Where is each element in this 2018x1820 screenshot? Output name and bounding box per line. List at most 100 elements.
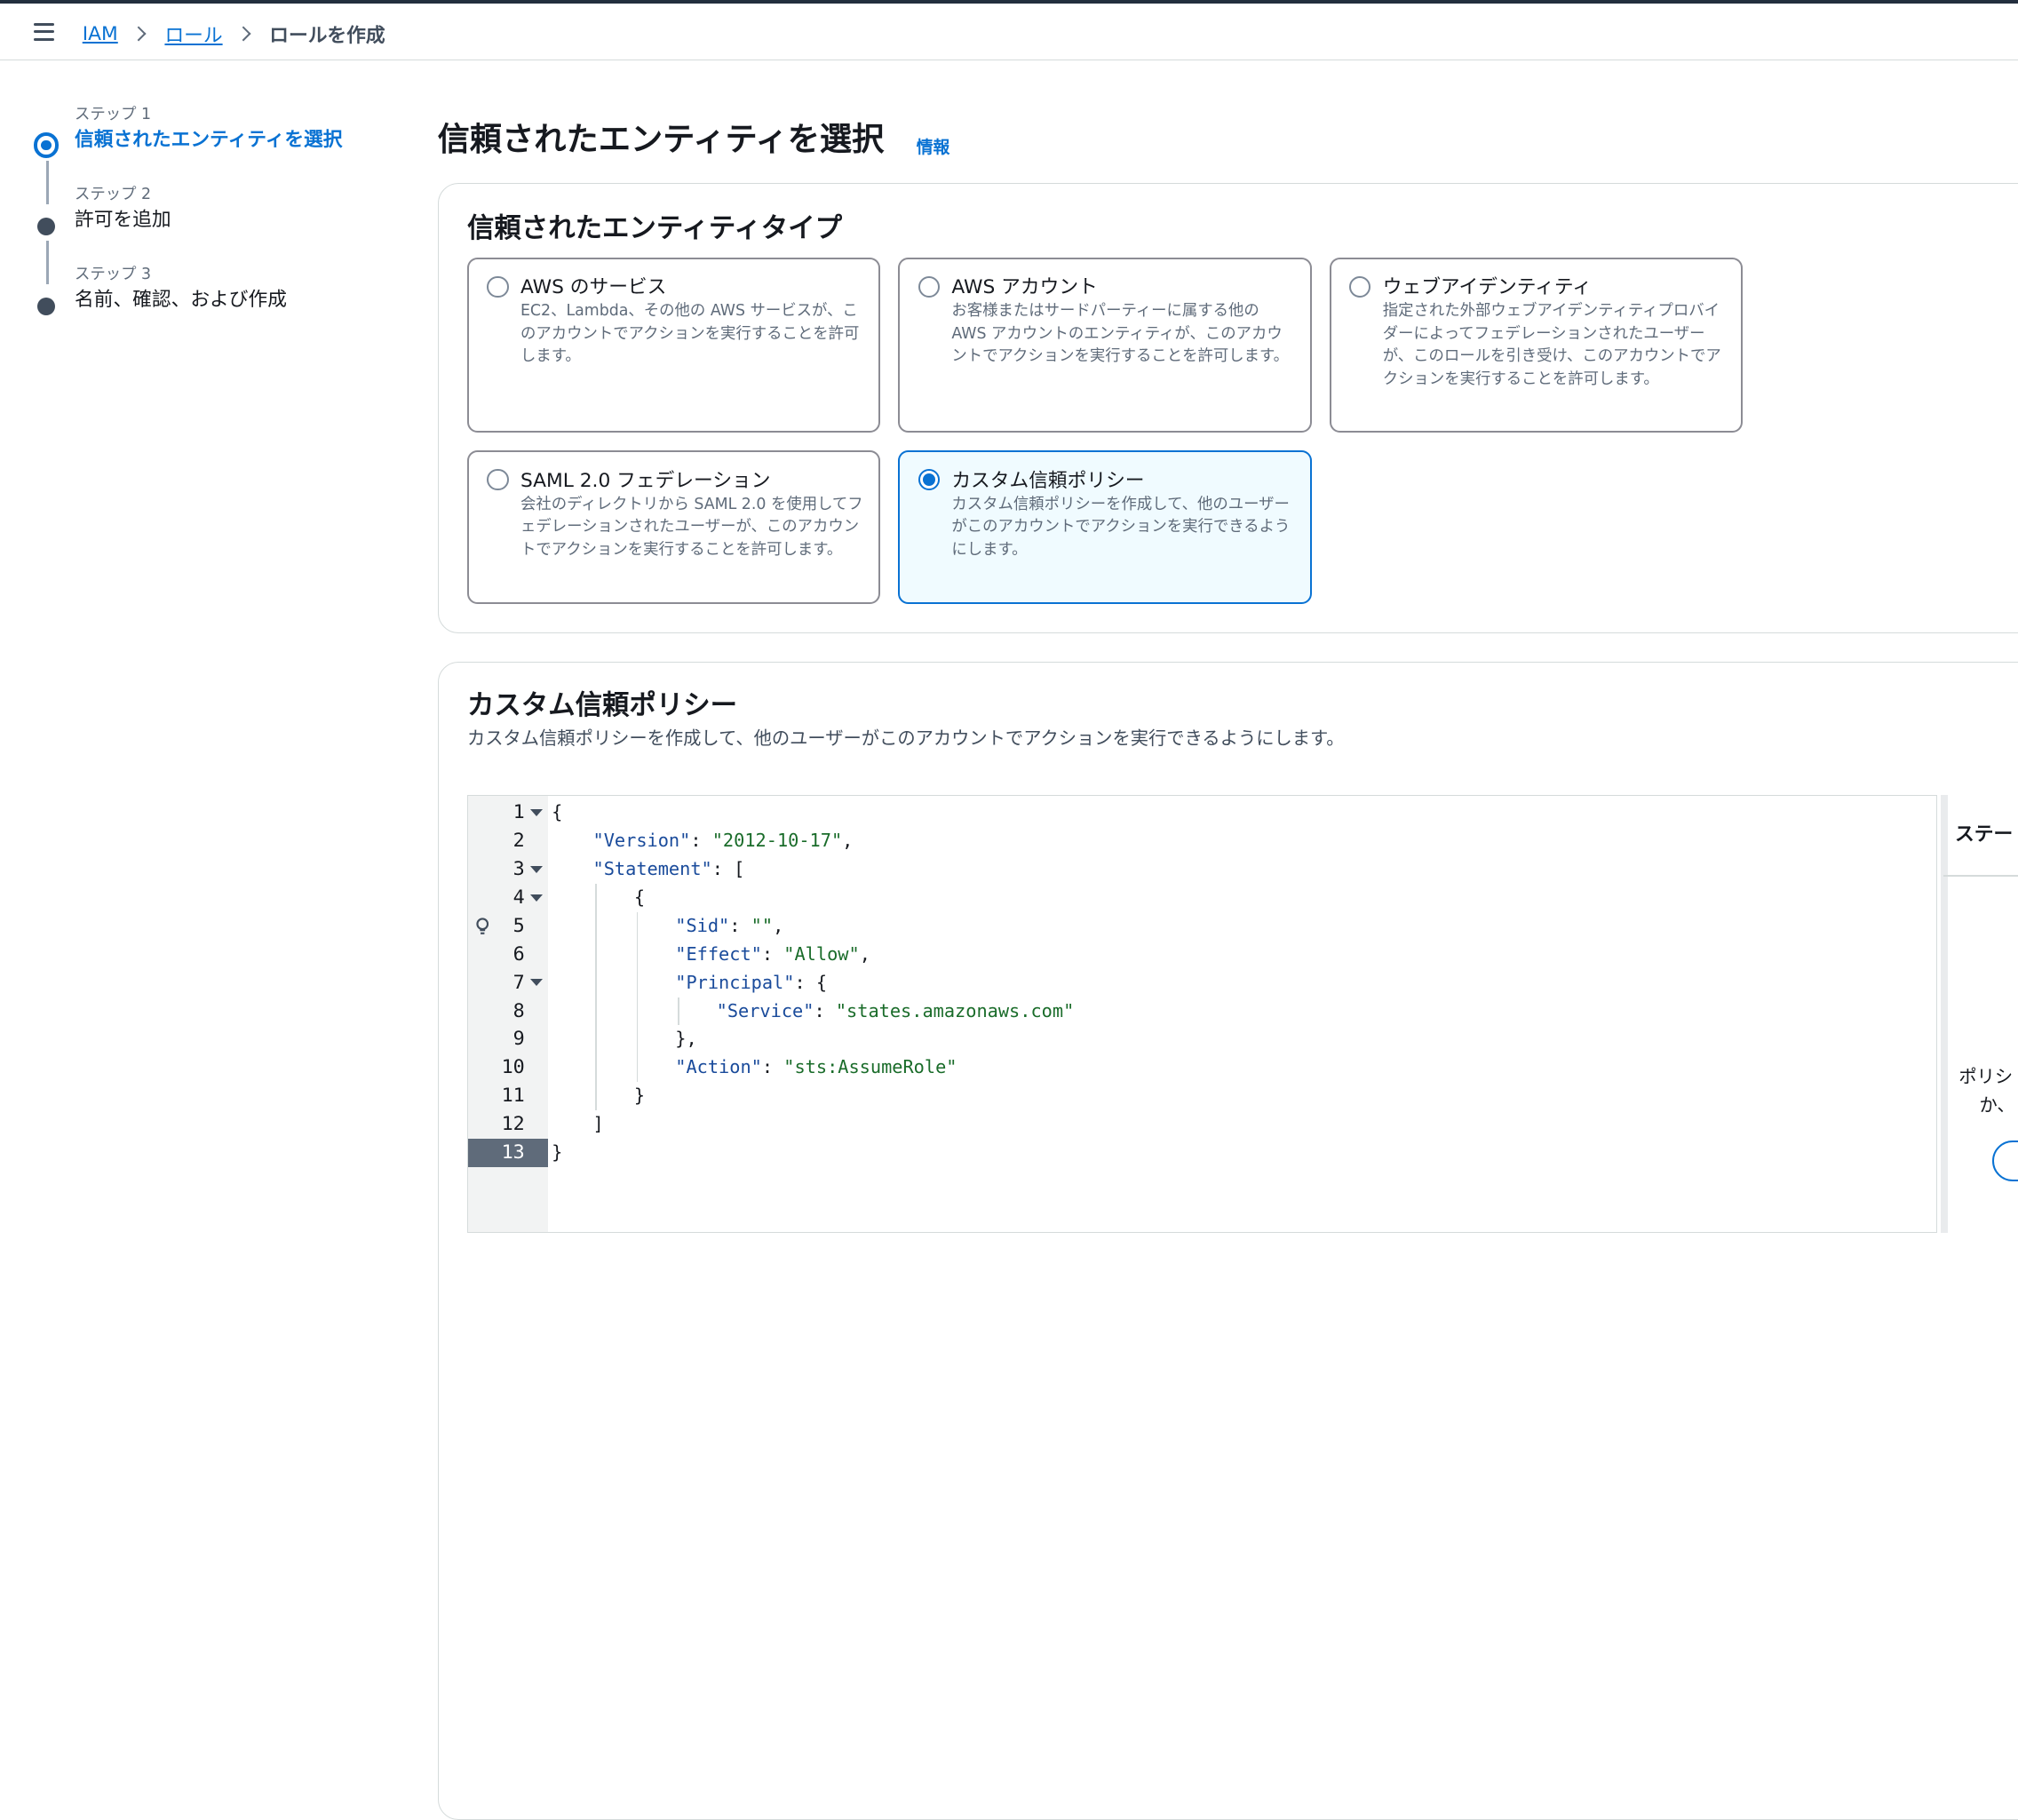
- indent-guide: [595, 884, 597, 912]
- code-line[interactable]: "Sid": "",: [548, 912, 2018, 941]
- line-number: 12: [501, 1113, 525, 1136]
- radio-button[interactable]: [487, 275, 509, 298]
- tile-aws-service[interactable]: AWS のサービス EC2、Lambda、その他の AWS サービスが、このアカ…: [466, 257, 881, 433]
- tile-description: EC2、Lambda、その他の AWS サービスが、このアカウントでアクションを…: [520, 302, 860, 366]
- code-token: {: [633, 886, 646, 908]
- breadcrumb-current: ロールを作成: [269, 24, 385, 47]
- editor-gutter: 1 2 3 4 5 6 7 8 9 10 11 12 13: [467, 796, 548, 1233]
- code-token: }: [633, 1085, 646, 1107]
- caret-down-icon[interactable]: [529, 808, 543, 816]
- code-token: "Statement": [592, 858, 712, 880]
- code-token: "": [751, 914, 774, 936]
- indent-guide: [595, 1082, 597, 1111]
- tile-description: カスタム信頼ポリシーを作成して、他のユーザーがこのアカウントでアクションを実行で…: [951, 495, 1291, 559]
- page-title: 信頼されたエンティティを選択: [437, 119, 885, 158]
- step-title: 名前、確認、および作成: [75, 288, 287, 311]
- code-token: "Version": [592, 830, 691, 852]
- tile-title: ウェブアイデンティティ: [1382, 276, 1592, 299]
- side-panel-text: ポリシ か、: [1958, 1063, 2014, 1120]
- indent-guide: [636, 1025, 639, 1054]
- caret-down-icon[interactable]: [529, 979, 543, 986]
- breadcrumb: IAM ロール ロールを作成: [83, 20, 385, 48]
- code-token: :: [690, 830, 712, 852]
- policy-code-editor[interactable]: 1 2 3 4 5 6 7 8 9 10 11 12 13 {"Version": "2012-10-1…: [466, 795, 1937, 1234]
- indent-guide: [595, 1053, 597, 1083]
- code-line[interactable]: "Principal": {: [548, 969, 2018, 997]
- code-line[interactable]: ]: [548, 1110, 1982, 1139]
- custom-policy-heading: カスタム信頼ポリシー: [466, 690, 738, 722]
- lightbulb-icon[interactable]: [476, 918, 489, 935]
- line-number: 11: [501, 1085, 525, 1108]
- radio-button[interactable]: [1349, 275, 1371, 298]
- tile-title: SAML 2.0 フェデレーション: [520, 469, 771, 492]
- code-line[interactable]: "Statement": [: [548, 855, 1982, 884]
- step-label: ステップ 3: [75, 265, 152, 283]
- code-line[interactable]: "Service": "states.amazonaws.com": [548, 997, 2018, 1026]
- line-number: 10: [501, 1056, 525, 1079]
- code-token: :: [761, 1056, 784, 1078]
- code-token: ,: [842, 830, 854, 852]
- code-line[interactable]: "Version": "2012-10-17",: [548, 827, 1982, 855]
- caret-down-icon[interactable]: [529, 865, 543, 873]
- code-line[interactable]: },: [548, 1025, 2018, 1053]
- code-token: "Action": [675, 1056, 762, 1078]
- code-line[interactable]: "Effect": "Allow",: [548, 941, 2018, 969]
- indent-guide: [636, 997, 639, 1026]
- code-token: ,: [859, 942, 870, 965]
- code-token: "Allow": [783, 942, 860, 965]
- breadcrumb-roles-link[interactable]: ロール: [164, 20, 222, 48]
- code-token: :: [729, 914, 751, 936]
- caret-down-icon[interactable]: [529, 894, 543, 902]
- hamburger-menu-icon[interactable]: [33, 22, 54, 41]
- wizard-step-3: ステップ 3 名前、確認、および作成: [34, 263, 420, 343]
- code-token: },: [675, 1028, 697, 1050]
- line-number: 8: [512, 999, 525, 1022]
- code-line[interactable]: "Action": "sts:AssumeRole": [548, 1053, 2018, 1082]
- breadcrumb-iam-link[interactable]: IAM: [83, 23, 118, 45]
- code-line[interactable]: {: [548, 799, 1940, 827]
- tile-custom-trust-policy[interactable]: カスタム信頼ポリシー カスタム信頼ポリシーを作成して、他のユーザーがこのアカウン…: [898, 450, 1312, 604]
- code-token: :: [761, 942, 784, 965]
- code-token: "2012-10-17": [711, 830, 843, 852]
- code-token: : {: [794, 971, 828, 993]
- code-token: :: [814, 999, 836, 1021]
- side-panel-text-line: ポリシ: [1958, 1065, 2014, 1087]
- code-token: "Sid": [675, 914, 730, 936]
- chevron-right-icon: [235, 26, 251, 42]
- code-token: : [: [711, 858, 745, 880]
- tile-title: AWS のサービス: [520, 276, 667, 299]
- wizard-step-1[interactable]: ステップ 1 信頼されたエンティティを選択: [33, 103, 420, 205]
- top-navigation-bar: IAM ロール ロールを作成: [0, 0, 2018, 61]
- radio-button-selected[interactable]: [918, 468, 940, 491]
- line-number: 7: [512, 971, 525, 994]
- line-number: 2: [512, 830, 525, 853]
- radio-button[interactable]: [918, 275, 940, 298]
- tile-web-identity[interactable]: ウェブアイデンティティ 指定された外部ウェブアイデンティティプロバイダーによって…: [1329, 257, 1743, 433]
- tile-saml-federation[interactable]: SAML 2.0 フェデレーション 会社のディレクトリから SAML 2.0 を…: [466, 450, 881, 604]
- code-token: "sts:AssumeRole": [783, 1056, 957, 1078]
- chevron-right-icon: [131, 26, 147, 42]
- code-line[interactable]: {: [548, 884, 2018, 912]
- indent-guide: [636, 968, 639, 997]
- code-line[interactable]: }: [548, 1082, 2018, 1110]
- radio-button[interactable]: [487, 468, 509, 491]
- code-token: ]: [592, 1113, 604, 1135]
- indent-guide: [595, 997, 597, 1026]
- code-line[interactable]: }: [548, 1139, 1940, 1167]
- line-number: 4: [512, 886, 525, 909]
- custom-policy-description: カスタム信頼ポリシーを作成して、他のユーザーがこのアカウントでアクションを実行で…: [466, 727, 1345, 750]
- tile-aws-account[interactable]: AWS アカウント お客様またはサードパーティーに属する他の AWS アカウント…: [898, 257, 1312, 433]
- wizard-step-2: ステップ 2 許可を追加: [34, 183, 420, 285]
- side-panel-divider: [1943, 875, 2018, 877]
- code-token: "Principal": [675, 971, 795, 993]
- line-number: 13: [467, 1138, 548, 1167]
- code-token: }: [552, 1140, 563, 1163]
- line-number: 9: [512, 1028, 525, 1051]
- editor-code-area[interactable]: { "Version": "2012-10-17", "Statement": [ {…: [548, 796, 1936, 1232]
- code-token: {: [552, 801, 563, 823]
- indent-guide: [636, 911, 639, 941]
- info-link[interactable]: 情報: [917, 134, 950, 158]
- step-title: 許可を追加: [75, 208, 171, 231]
- indent-guide: [678, 997, 679, 1026]
- entity-type-heading: 信頼されたエンティティタイプ: [466, 212, 843, 244]
